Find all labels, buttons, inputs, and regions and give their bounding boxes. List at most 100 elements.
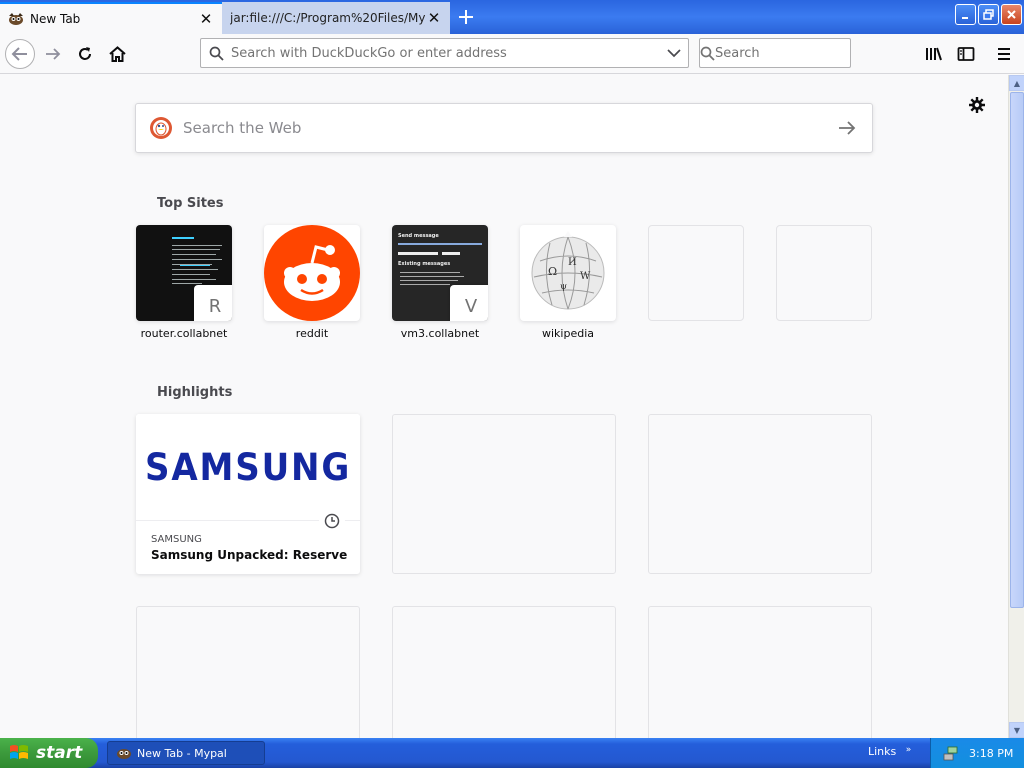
- windows-flag-icon: [10, 745, 28, 759]
- site-name: router.collabnet: [140, 327, 228, 340]
- search-icon-wrapper: [700, 46, 715, 61]
- highlight-card-samsung[interactable]: SAMSUNG SAMSUNG Samsung Unpacked: Reserv…: [136, 414, 360, 574]
- top-site-empty[interactable]: [648, 225, 744, 327]
- tab-omni-jar[interactable]: jar:file:///C:/Program%20Files/Mypal/bro…: [222, 2, 450, 34]
- site-thumbnail: R: [136, 225, 232, 321]
- gear-icon: [969, 97, 985, 113]
- clock-icon: [324, 513, 340, 529]
- scroll-down-button[interactable]: ▼: [1009, 722, 1024, 738]
- highlight-card-empty: [392, 606, 616, 738]
- search-input[interactable]: [715, 45, 885, 61]
- web-search-box[interactable]: [135, 103, 873, 153]
- start-button[interactable]: start: [0, 738, 98, 768]
- svg-text:W: W: [580, 271, 591, 282]
- site-letter: V: [450, 285, 488, 321]
- library-icon: [926, 47, 942, 61]
- sidebar-icon: [957, 47, 975, 61]
- forward-button[interactable]: [38, 39, 68, 69]
- navigation-toolbar: [0, 34, 1024, 74]
- taskbar-item-mypal[interactable]: New Tab - Mypal: [107, 741, 265, 765]
- highlights-heading: Highlights: [157, 385, 233, 400]
- highlight-image: SAMSUNG: [136, 414, 360, 521]
- windows-taskbar: start New Tab - Mypal Links » 3:18 PM: [0, 738, 1024, 768]
- site-thumbnail: Ω И W ψ: [520, 225, 616, 321]
- customize-settings-button[interactable]: [965, 93, 989, 117]
- reddit-logo-icon: [264, 225, 360, 321]
- site-name: wikipedia: [541, 327, 594, 340]
- back-arrow-icon: [11, 47, 27, 61]
- new-tab-button[interactable]: [452, 4, 480, 30]
- top-site-router-collabnet[interactable]: R router.collabnet: [136, 225, 232, 340]
- tab-strip: New Tab ✕ jar:file:///C:/Program%20Files…: [0, 0, 1024, 34]
- chevron-right-icon: »: [905, 745, 912, 755]
- site-name: reddit: [295, 327, 329, 340]
- address-bar[interactable]: [200, 38, 689, 68]
- network-tray-icon[interactable]: [943, 745, 959, 761]
- url-dropdown-button[interactable]: [660, 48, 688, 58]
- highlight-source: SAMSUNG: [151, 534, 202, 545]
- address-input[interactable]: [231, 45, 660, 61]
- site-thumbnail: Send message Existing messages V: [392, 225, 488, 321]
- scrollbar-thumb[interactable]: [1010, 92, 1024, 608]
- close-tab-icon[interactable]: ✕: [426, 9, 442, 27]
- highlight-title: Samsung Unpacked: Reserve Th...: [151, 548, 351, 562]
- system-tray: 3:18 PM: [930, 738, 1024, 768]
- top-site-empty[interactable]: [776, 225, 872, 327]
- search-submit-button[interactable]: [822, 104, 872, 152]
- clock-icon-badge: [319, 508, 345, 534]
- samsung-logo: SAMSUNG: [144, 445, 352, 489]
- minimize-icon: [961, 16, 968, 19]
- top-site-wikipedia[interactable]: Ω И W ψ wikipedia: [520, 225, 616, 340]
- restore-button[interactable]: [978, 4, 999, 25]
- new-tab-page: Top Sites R router.collabnet: [0, 75, 1008, 738]
- svg-text:Ω: Ω: [548, 265, 557, 278]
- svg-text:ψ: ψ: [560, 282, 567, 292]
- empty-tile: [648, 225, 744, 321]
- search-icon: [209, 46, 224, 61]
- highlight-card-empty: [392, 414, 616, 574]
- arrow-right-icon: [839, 121, 856, 135]
- tab-label: jar:file:///C:/Program%20Files/Mypal/bro…: [230, 11, 426, 25]
- links-label: Links: [868, 745, 897, 758]
- reload-icon: [79, 47, 91, 60]
- top-site-reddit[interactable]: reddit: [264, 225, 360, 340]
- site-name: vm3.collabnet: [400, 327, 480, 340]
- scroll-up-button[interactable]: ▲: [1009, 75, 1024, 91]
- home-button[interactable]: [102, 39, 132, 69]
- restore-icon: [983, 9, 994, 20]
- forward-arrow-icon: [46, 48, 61, 60]
- mypal-favicon-icon: [9, 13, 23, 25]
- back-button[interactable]: [5, 39, 35, 69]
- sidebar-button[interactable]: [952, 40, 980, 68]
- chevron-down-icon: [667, 49, 681, 58]
- tab-new-tab[interactable]: New Tab ✕: [0, 2, 222, 34]
- start-label: start: [36, 743, 83, 763]
- clock[interactable]: 3:18 PM: [969, 747, 1013, 760]
- site-thumbnail: [264, 225, 360, 321]
- highlight-card-empty: [136, 606, 360, 738]
- window-close-button[interactable]: [1001, 4, 1022, 25]
- tab-label: New Tab: [30, 12, 81, 26]
- close-tab-icon[interactable]: ✕: [198, 10, 214, 28]
- vertical-scrollbar[interactable]: ▲ ▼: [1008, 75, 1024, 738]
- empty-tile: [776, 225, 872, 321]
- links-toolbar[interactable]: Links »: [868, 745, 911, 758]
- home-icon: [108, 45, 126, 62]
- duckduckgo-logo-icon: [150, 117, 172, 139]
- search-icon: [700, 46, 715, 61]
- hamburger-menu-button[interactable]: [990, 40, 1018, 68]
- reload-button[interactable]: [70, 39, 100, 69]
- top-sites-heading: Top Sites: [157, 196, 224, 211]
- svg-text:И: И: [568, 257, 577, 268]
- highlight-card-empty: [648, 414, 872, 574]
- library-button[interactable]: [920, 40, 948, 68]
- mypal-favicon-icon: [117, 749, 131, 759]
- minimize-button[interactable]: [955, 4, 976, 25]
- top-site-vm3-collabnet[interactable]: Send message Existing messages V vm3.col…: [392, 225, 488, 340]
- search-bar[interactable]: [699, 38, 885, 68]
- web-search-input[interactable]: [183, 119, 822, 137]
- search-icon-wrapper: [201, 46, 231, 61]
- hamburger-menu-icon: [998, 48, 1010, 60]
- wikipedia-globe-icon: Ω И W ψ: [531, 231, 605, 310]
- taskbar-item-label: New Tab - Mypal: [137, 746, 227, 760]
